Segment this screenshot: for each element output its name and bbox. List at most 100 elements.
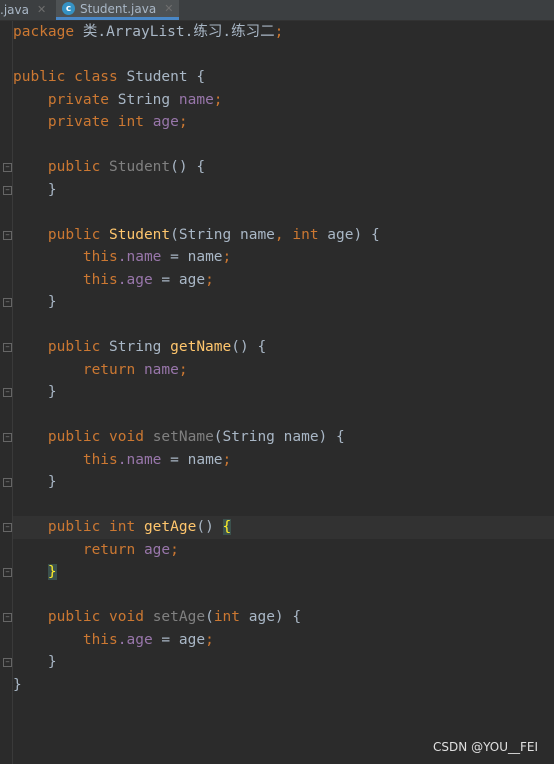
code-line: private int age;: [13, 111, 554, 134]
code-token: .age: [117, 271, 153, 288]
editor-tabs: 二.java ✕ c Student.java ✕: [0, 0, 554, 21]
code-token: () {: [231, 339, 267, 355]
code-line: }: [13, 179, 554, 202]
code-line: public String getName() {: [13, 336, 554, 359]
code-token: = name: [161, 451, 223, 468]
code-token: private int: [13, 114, 153, 130]
fold-icon[interactable]: −: [3, 298, 12, 307]
fold-icon[interactable]: −: [3, 343, 12, 352]
code-token: () {: [170, 159, 206, 175]
code-token: }: [13, 384, 57, 400]
code-line: this.age = age;: [13, 269, 554, 292]
code-token: ;: [170, 541, 179, 558]
code-token: getName: [170, 339, 232, 355]
tab-student-java[interactable]: c Student.java ✕: [56, 0, 180, 20]
code-token: = name: [161, 249, 223, 265]
code-token: Student: [109, 159, 171, 175]
code-token: private: [13, 91, 118, 108]
code-token: ;: [178, 361, 188, 378]
code-editor[interactable]: package 类.ArrayList.练习.练习二; public class…: [13, 21, 554, 696]
code-line: this.name = name;: [13, 449, 554, 472]
class-icon: c: [62, 2, 75, 15]
code-token: int: [213, 609, 249, 625]
code-token: ;: [222, 451, 232, 468]
code-token: public void: [13, 609, 153, 625]
tab-other-java[interactable]: 二.java ✕: [0, 0, 46, 20]
code-token: (String name) {: [213, 429, 345, 445]
code-token: getAge: [143, 519, 197, 535]
code-line: private String name;: [13, 89, 554, 112]
code-line: public Student(String name, int age) {: [13, 224, 554, 247]
code-token: (: [205, 609, 214, 625]
close-icon[interactable]: ✕: [164, 0, 173, 18]
code-token: (): [196, 519, 223, 535]
fold-icon[interactable]: −: [3, 388, 12, 397]
code-line: }: [13, 381, 554, 404]
code-line: public int getAge() {: [13, 516, 554, 539]
code-token: 类.ArrayList.练习.练习二: [82, 24, 275, 40]
gutter: − − − − − − − − − − − −: [0, 21, 13, 764]
code-token: String: [109, 339, 171, 355]
code-token: name: [143, 361, 179, 378]
code-token: .age: [117, 631, 153, 648]
code-token: this: [13, 451, 118, 468]
code-token: }: [13, 654, 57, 670]
code-token: age) {: [248, 609, 302, 625]
code-line: }: [13, 291, 554, 314]
code-token: ;: [274, 24, 284, 40]
fold-icon[interactable]: −: [3, 568, 12, 577]
code-token: = age: [152, 271, 206, 288]
code-token: public class: [13, 69, 127, 85]
fold-icon[interactable]: −: [3, 433, 12, 442]
code-token: .name: [117, 249, 162, 265]
code-token: Student {: [126, 69, 206, 85]
tab-label: Student.java: [80, 1, 157, 16]
code-token: }: [13, 676, 22, 693]
code-token: ;: [205, 631, 214, 648]
code-token: }: [13, 294, 57, 310]
code-line: this.name = name;: [13, 246, 554, 269]
code-token: return: [13, 541, 144, 558]
code-token: age: [143, 541, 171, 558]
code-line: }: [13, 674, 554, 697]
code-token: age: [152, 114, 179, 130]
code-line: public Student() {: [13, 156, 554, 179]
watermark: CSDN @YOU__FEI: [433, 740, 538, 754]
code-token: ;: [205, 271, 214, 288]
code-token: }: [13, 474, 57, 490]
close-icon[interactable]: ✕: [37, 1, 46, 19]
fold-icon[interactable]: −: [3, 185, 12, 195]
code-token: age) {: [327, 226, 380, 243]
code-line: package 类.ArrayList.练习.练习二;: [13, 21, 554, 44]
fold-icon[interactable]: −: [3, 163, 12, 172]
code-token: name: [178, 91, 214, 108]
fold-icon[interactable]: −: [3, 523, 12, 532]
code-line: public class Student {: [13, 66, 554, 89]
code-token: setName: [152, 429, 214, 445]
fold-icon[interactable]: −: [3, 613, 12, 622]
code-token: public void: [13, 429, 153, 445]
code-token: ;: [213, 91, 223, 108]
code-token: (String name: [170, 226, 275, 243]
code-line: public void setName(String name) {: [13, 426, 554, 449]
code-token: {: [222, 519, 232, 535]
fold-icon[interactable]: −: [3, 478, 12, 487]
fold-icon[interactable]: −: [3, 658, 12, 667]
code-line: this.age = age;: [13, 629, 554, 652]
code-token: public int: [13, 519, 144, 535]
code-token: this: [13, 271, 118, 288]
tab-label: 二.java: [0, 3, 29, 17]
code-token: = age: [152, 631, 206, 648]
code-token: , int: [274, 226, 328, 243]
fold-icon[interactable]: −: [3, 230, 12, 240]
code-token: Student: [109, 226, 171, 243]
code-token: this: [13, 249, 118, 265]
code-token: ;: [178, 114, 188, 130]
